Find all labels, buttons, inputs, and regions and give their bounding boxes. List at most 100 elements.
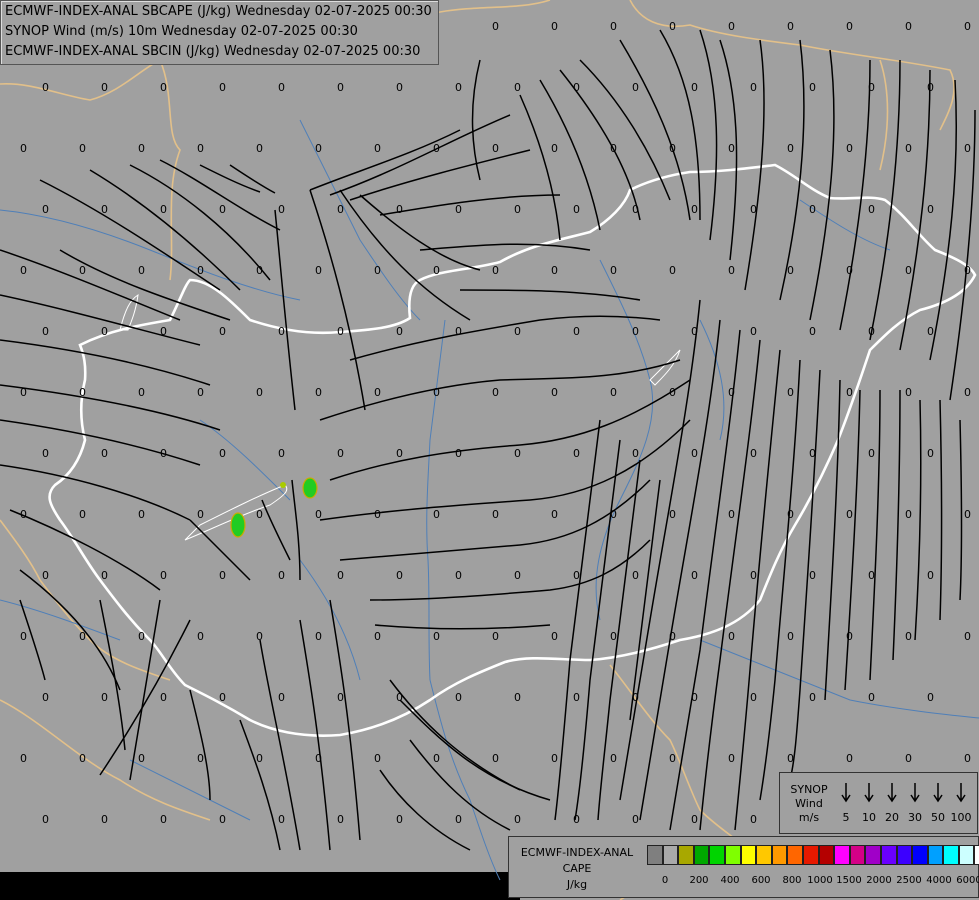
cape-value-label: 0: [337, 81, 344, 94]
cape-color-swatch: [834, 845, 850, 865]
cape-value-label: 0: [927, 325, 934, 338]
cape-value-label: 0: [573, 325, 580, 338]
cape-color-swatch: [912, 845, 928, 865]
wind-speed-label: 5: [842, 811, 850, 824]
cape-value-label: 0: [669, 142, 676, 155]
cape-value-label: 0: [455, 447, 462, 460]
cape-value-label: 0: [927, 203, 934, 216]
cape-value-label: 0: [455, 203, 462, 216]
cape-value-label: 0: [160, 203, 167, 216]
cape-value-label: 0: [396, 447, 403, 460]
cape-value-label: 0: [197, 752, 204, 765]
cape-color-swatch: [647, 845, 663, 865]
cape-value-label: 0: [278, 447, 285, 460]
cape-value-label: 0: [433, 752, 440, 765]
cape-value-label: 0: [138, 508, 145, 521]
cape-value-label: 0: [315, 142, 322, 155]
cape-value-label: 0: [278, 81, 285, 94]
cape-color-swatch: [693, 845, 710, 865]
cape-value-label: 0: [315, 264, 322, 277]
cape-value-label: 0: [160, 813, 167, 826]
cape-value-label: 0: [396, 813, 403, 826]
map-header: ECMWF-INDEX-ANAL SBCAPE (J/kg) Wednesday…: [0, 0, 439, 65]
cape-color-swatch: [756, 845, 772, 865]
cape-value-label: 0: [315, 630, 322, 643]
cape-value-label: 0: [964, 20, 971, 33]
cape-value-label: 0: [728, 630, 735, 643]
cape-value-label: 0: [514, 813, 521, 826]
cape-value-label: 0: [514, 447, 521, 460]
cape-tick-labels: 0 200 400 600 800 1000 1500 2000 2500 4000 6000: [647, 875, 979, 889]
wind-speed-label: 20: [885, 811, 899, 824]
cape-value-label: 0: [374, 508, 381, 521]
cape-value-label: 0: [219, 203, 226, 216]
cape-value-label: 0: [846, 752, 853, 765]
header-line-cape: ECMWF-INDEX-ANAL SBCAPE (J/kg) Wednesday…: [5, 4, 432, 19]
cape-value-label: 0: [160, 691, 167, 704]
cape-value-label: 0: [846, 264, 853, 277]
cape-tick-label: 4000: [926, 875, 952, 886]
cape-value-label: 0: [551, 752, 558, 765]
cape-value-label: 0: [101, 325, 108, 338]
cape-value-label: 0: [492, 20, 499, 33]
cape-value-label: 0: [492, 264, 499, 277]
cape-value-label: 0: [632, 569, 639, 582]
cape-value-label: 0: [691, 325, 698, 338]
cape-value-label: 0: [573, 203, 580, 216]
cape-color-swatch: [865, 845, 881, 865]
cape-value-label: 0: [160, 569, 167, 582]
cape-value-label: 0: [396, 691, 403, 704]
cape-value-label: 0: [551, 142, 558, 155]
cape-value-label: 0: [42, 569, 49, 582]
cape-value-label: 0: [728, 752, 735, 765]
cape-value-label: 0: [632, 691, 639, 704]
cape-value-label: 0: [138, 264, 145, 277]
cape-value-label: 0: [669, 20, 676, 33]
cape-value-label: 0: [905, 264, 912, 277]
cape-value-label: 0: [691, 81, 698, 94]
cape-value-label: 0: [691, 691, 698, 704]
cape-value-label: 0: [868, 203, 875, 216]
cape-value-label: 0: [750, 813, 757, 826]
cape-value-label: 0: [374, 386, 381, 399]
cape-value-label: 0: [433, 142, 440, 155]
cape-value-label: 0: [669, 752, 676, 765]
cape-value-label: 0: [20, 142, 27, 155]
cape-value-label: 0: [514, 569, 521, 582]
cape-value-label: 0: [964, 630, 971, 643]
cape-tick-label: 600: [751, 875, 771, 886]
cape-value-label: 0: [868, 447, 875, 460]
cape-value-label: 0: [337, 325, 344, 338]
cape-color-swatch: [958, 845, 975, 865]
cape-value-label: 0: [610, 20, 617, 33]
cape-value-label: 0: [669, 386, 676, 399]
cape-value-label: 0: [868, 569, 875, 582]
cape-color-swatch: [896, 845, 913, 865]
cape-value-label: 0: [728, 508, 735, 521]
cape-value-label: 0: [455, 325, 462, 338]
cape-value-label: 0: [278, 691, 285, 704]
cape-tick-label: 1500: [836, 875, 862, 886]
cape-value-label: 0: [610, 752, 617, 765]
cape-value-label: 0: [787, 386, 794, 399]
cape-value-label: 0: [573, 813, 580, 826]
cape-value-label: 0: [868, 81, 875, 94]
cape-value-label: 0: [278, 569, 285, 582]
cape-tick-label: 800: [782, 875, 802, 886]
cape-color-swatch: [818, 845, 835, 865]
cape-value-label: 0: [256, 386, 263, 399]
cape-value-label: 0: [433, 630, 440, 643]
cape-value-label: 0: [396, 203, 403, 216]
cape-value-label: 0: [610, 386, 617, 399]
cape-value-label: 0: [396, 325, 403, 338]
cape-value-label: 0: [846, 508, 853, 521]
cape-value-label: 0: [197, 142, 204, 155]
cape-value-label: 0: [809, 81, 816, 94]
cape-value-label: 0: [256, 264, 263, 277]
cape-value-label: 0: [514, 203, 521, 216]
cape-value-label: 0: [809, 325, 816, 338]
cape-value-label: 0: [256, 630, 263, 643]
cape-value-label: 0: [927, 691, 934, 704]
cape-value-label: 0: [809, 447, 816, 460]
cape-value-label: 0: [79, 386, 86, 399]
